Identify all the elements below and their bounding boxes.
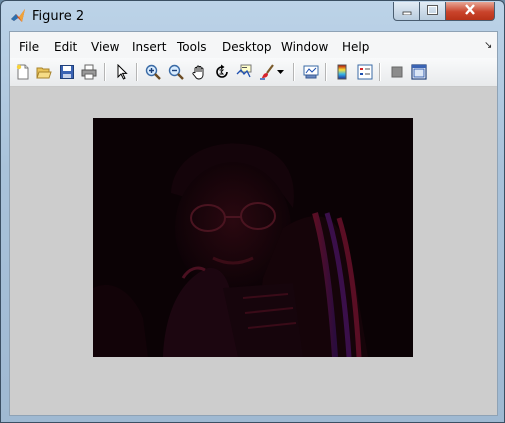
brush-dropdown-icon[interactable] (275, 63, 285, 81)
image-axes (93, 118, 413, 357)
hide-plot-tools-icon[interactable] (388, 63, 406, 81)
zoom-out-icon[interactable] (167, 63, 185, 81)
menu-dock-arrow-icon[interactable]: ↘ (484, 40, 492, 51)
toolbar-separator (104, 63, 106, 81)
pan-hand-icon[interactable] (190, 63, 208, 81)
figure-canvas (10, 87, 497, 415)
print-icon[interactable] (80, 63, 98, 81)
menu-help[interactable]: Help (342, 40, 369, 54)
legend-icon[interactable] (356, 63, 374, 81)
brush-icon[interactable] (258, 63, 276, 81)
dark-red-person-photo (93, 118, 413, 357)
menu-insert[interactable]: Insert (132, 40, 166, 54)
save-icon[interactable] (58, 63, 76, 81)
rotate-3d-icon[interactable] (213, 63, 231, 81)
edit-plot-arrow-icon[interactable] (113, 63, 131, 81)
new-figure-icon[interactable] (14, 63, 32, 81)
colorbar-icon[interactable] (333, 63, 351, 81)
zoom-in-icon[interactable] (144, 63, 162, 81)
link-plot-icon[interactable] (302, 63, 320, 81)
maximize-icon (427, 2, 438, 20)
close-button[interactable] (446, 2, 495, 21)
menu-edit[interactable]: Edit (54, 40, 77, 54)
menu-file[interactable]: File (19, 40, 39, 54)
matlab-logo-icon (10, 8, 26, 24)
figure-toolbar (10, 58, 497, 87)
close-icon (464, 2, 476, 20)
toolbar-separator (136, 63, 138, 81)
minimize-icon (402, 2, 412, 20)
toolbar-separator (293, 63, 295, 81)
data-cursor-icon[interactable] (235, 63, 253, 81)
menu-tools[interactable]: Tools (177, 40, 207, 54)
menu-bar: File Edit View Insert Tools Desktop Wind… (10, 32, 497, 59)
open-file-icon[interactable] (35, 63, 53, 81)
figure-window: Figure 2 File Edit View Insert Tools Des… (0, 0, 505, 423)
toolbar-separator (325, 63, 327, 81)
maximize-button[interactable] (420, 2, 446, 21)
figure-client-area: File Edit View Insert Tools Desktop Wind… (9, 31, 498, 416)
minimize-button[interactable] (393, 2, 420, 21)
toolbar-separator (379, 63, 381, 81)
menu-window[interactable]: Window (281, 40, 328, 54)
menu-view[interactable]: View (91, 40, 119, 54)
menu-desktop[interactable]: Desktop (222, 40, 272, 54)
title-bar[interactable]: Figure 2 (1, 1, 504, 31)
show-plot-tools-icon[interactable] (410, 63, 428, 81)
window-title: Figure 2 (32, 9, 85, 24)
